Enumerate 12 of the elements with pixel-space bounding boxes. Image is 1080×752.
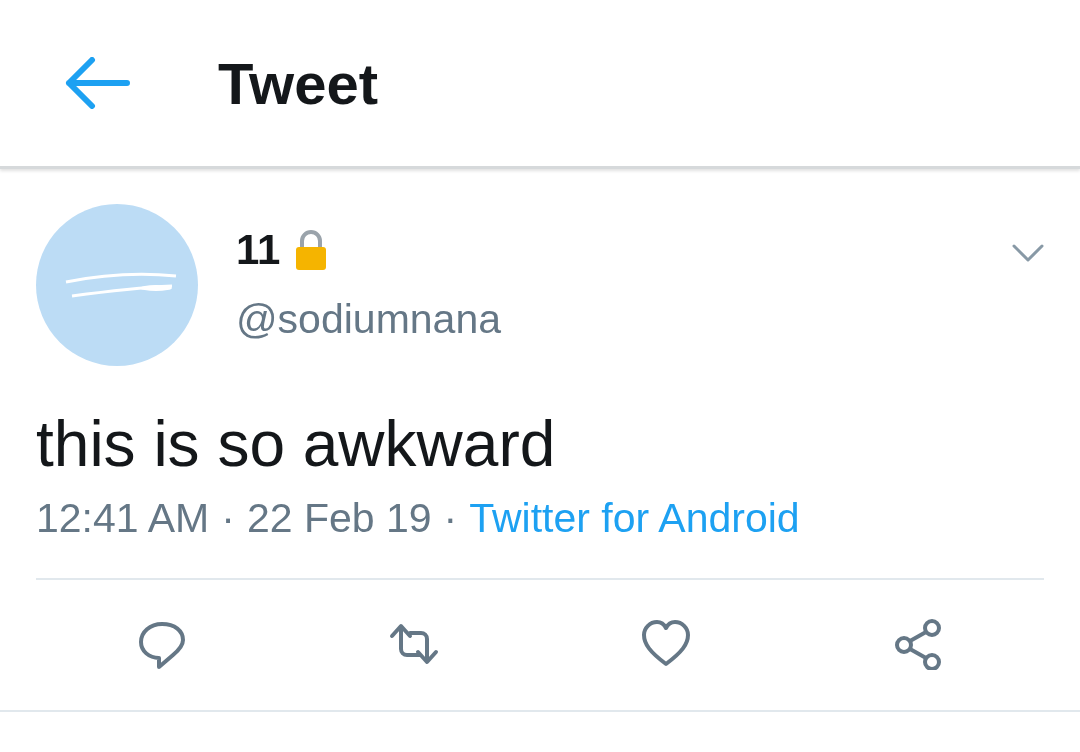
user-name: 11 — [236, 226, 281, 274]
chevron-down-icon[interactable] — [1012, 244, 1044, 262]
tweet-text: this is so awkward — [36, 407, 557, 482]
back-arrow-icon[interactable] — [64, 57, 130, 109]
separator-dot: · — [221, 494, 235, 542]
source-link[interactable]: Twitter for Android — [469, 494, 800, 542]
tweet-time: 12:41 AM — [36, 494, 210, 542]
page-title: Tweet — [218, 49, 379, 117]
user-handle: @sodiumnana — [236, 296, 502, 343]
share-icon[interactable] — [892, 617, 944, 670]
separator-dot: · — [443, 494, 458, 542]
tweet-date: 22 Feb 19 — [246, 494, 432, 542]
